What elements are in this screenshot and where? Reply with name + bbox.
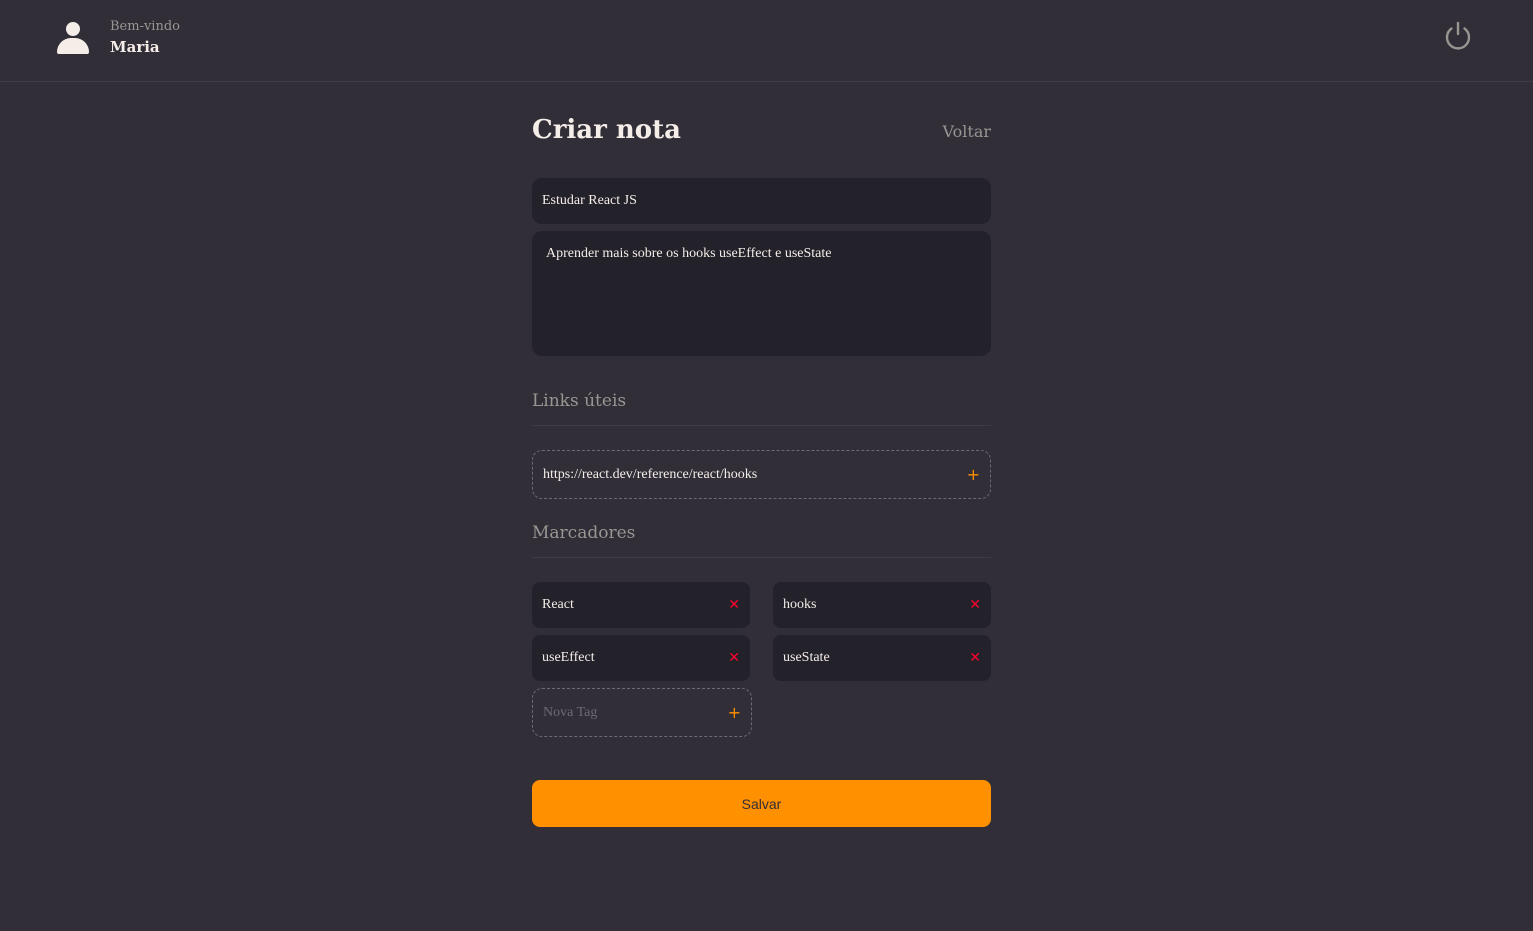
username: Maria <box>110 38 160 56</box>
tag-item: React ✕ <box>532 582 750 628</box>
note-title-input[interactable] <box>532 178 991 224</box>
page-title: Criar nota <box>532 115 681 145</box>
tag-item: useState ✕ <box>773 635 991 681</box>
links-section-title: Links úteis <box>532 391 991 426</box>
note-description-textarea[interactable]: Aprender mais sobre os hooks useEffect e… <box>532 231 991 356</box>
plus-icon[interactable]: + <box>967 465 980 484</box>
tags-section-title: Marcadores <box>532 523 991 558</box>
close-icon[interactable]: ✕ <box>728 597 740 613</box>
tag-item: useEffect ✕ <box>532 635 750 681</box>
close-icon[interactable]: ✕ <box>969 597 981 613</box>
welcome-label: Bem-vindo <box>110 19 180 34</box>
tag-label: useEffect <box>542 650 595 665</box>
user-icon <box>57 22 89 58</box>
link-item[interactable]: https://react.dev/reference/react/hooks … <box>532 450 991 499</box>
save-button[interactable]: Salvar <box>532 780 991 827</box>
tag-label: useState <box>783 650 830 665</box>
user-profile: Bem-vindo Maria <box>57 20 180 58</box>
power-icon[interactable] <box>1443 20 1473 50</box>
new-tag-input[interactable]: Nova Tag + <box>532 688 752 737</box>
back-link[interactable]: Voltar <box>943 122 991 141</box>
close-icon[interactable]: ✕ <box>969 650 981 666</box>
app-header: Bem-vindo Maria <box>0 0 1533 82</box>
link-url: https://react.dev/reference/react/hooks <box>543 466 758 482</box>
tag-item: hooks ✕ <box>773 582 991 628</box>
profile-text: Bem-vindo Maria <box>110 19 180 57</box>
new-tag-placeholder: Nova Tag <box>543 704 598 720</box>
tag-label: React <box>542 597 574 612</box>
plus-icon[interactable]: + <box>728 703 741 722</box>
close-icon[interactable]: ✕ <box>728 650 740 666</box>
tag-label: hooks <box>783 597 817 612</box>
title-row: Criar nota Voltar <box>532 115 991 149</box>
